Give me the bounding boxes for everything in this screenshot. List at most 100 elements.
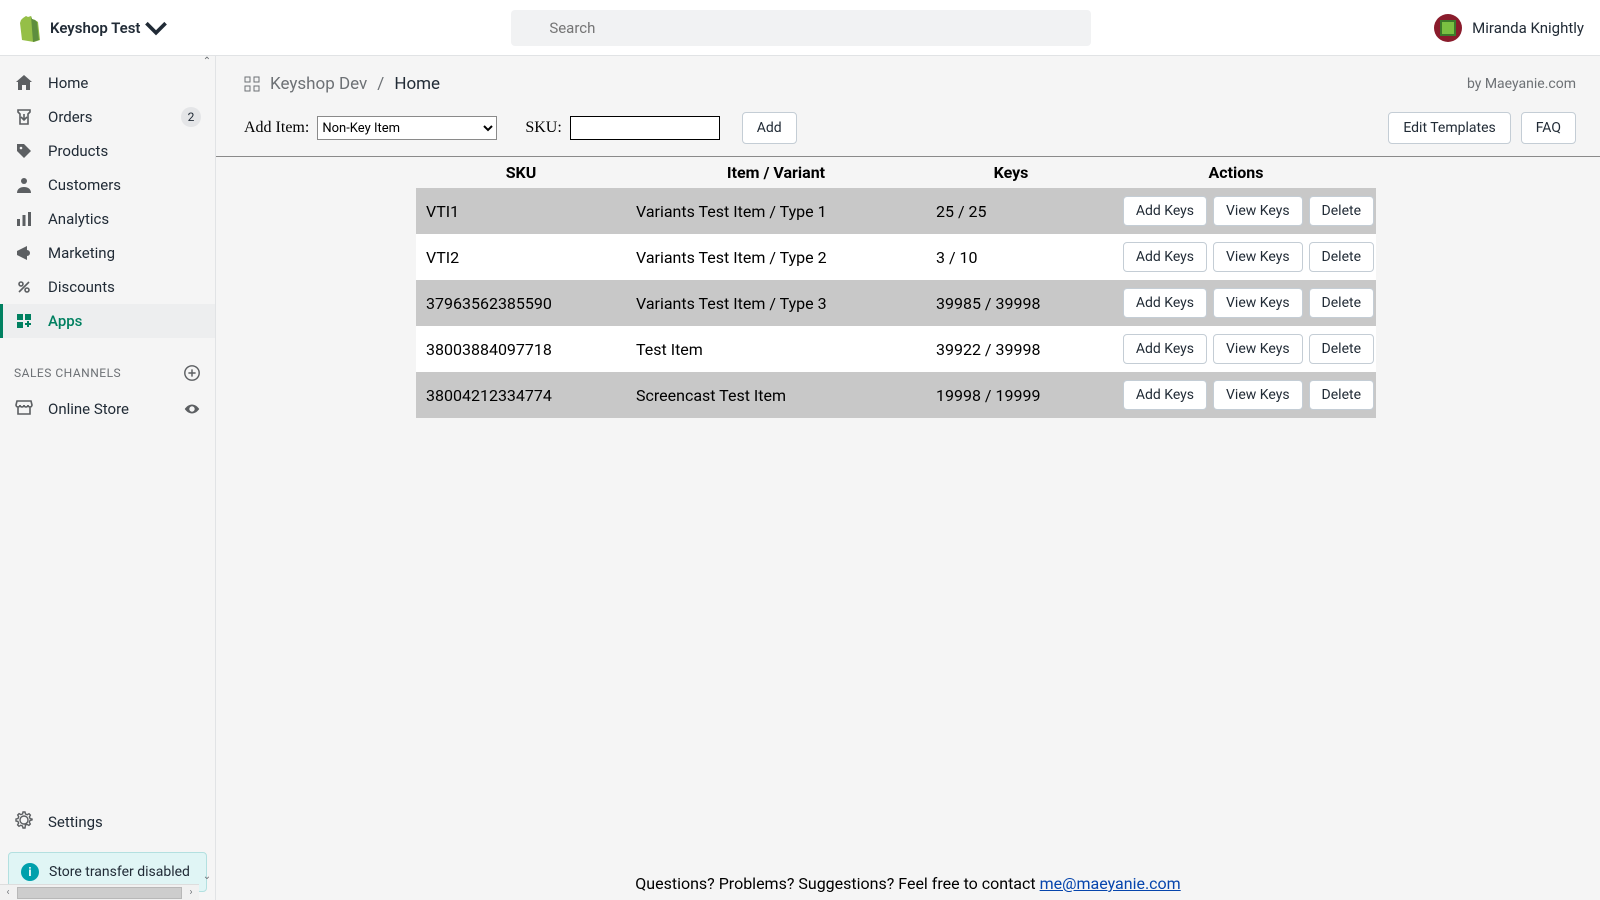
footer: Questions? Problems? Suggestions? Feel f… bbox=[216, 868, 1600, 900]
person-icon bbox=[14, 175, 34, 195]
view-keys-button[interactable]: View Keys bbox=[1213, 380, 1303, 410]
cell-sku: 37963562385590 bbox=[416, 280, 626, 326]
attribution: by Maeyanie.com bbox=[1467, 76, 1576, 92]
sidebar-item-marketing[interactable]: Marketing bbox=[0, 236, 215, 270]
cell-sku: VTI2 bbox=[416, 234, 626, 280]
add-keys-button[interactable]: Add Keys bbox=[1123, 196, 1207, 226]
sku-input[interactable] bbox=[570, 116, 720, 140]
topbar: Keyshop Test Miranda Knightly bbox=[0, 0, 1600, 56]
breadcrumb-current: Home bbox=[394, 74, 440, 94]
col-item: Item / Variant bbox=[626, 157, 926, 188]
sales-channels-header: SALES CHANNELS bbox=[0, 348, 215, 390]
items-table: SKU Item / Variant Keys Actions VTI1Vari… bbox=[416, 157, 1376, 418]
table-row: VTI1Variants Test Item / Type 125 / 25Ad… bbox=[416, 188, 1376, 234]
delete-button[interactable]: Delete bbox=[1309, 380, 1374, 410]
faq-button[interactable]: FAQ bbox=[1521, 112, 1576, 144]
sku-label: SKU: bbox=[525, 119, 561, 137]
search-wrap bbox=[168, 10, 1434, 46]
breadcrumb-separator: / bbox=[377, 74, 384, 94]
sidebar-item-apps[interactable]: Apps bbox=[0, 304, 215, 338]
settings-label: Settings bbox=[48, 813, 103, 831]
user-name: Miranda Knightly bbox=[1472, 19, 1584, 37]
primary-nav: Home Orders 2 Products Customers Analyti… bbox=[0, 56, 215, 348]
table-row: 37963562385590Variants Test Item / Type … bbox=[416, 280, 1376, 326]
brand: Keyshop Test bbox=[16, 14, 168, 42]
sidebar-item-analytics[interactable]: Analytics bbox=[0, 202, 215, 236]
footer-email-link[interactable]: me@maeyanie.com bbox=[1040, 874, 1181, 893]
toast-text: Store transfer disabled bbox=[49, 864, 190, 880]
footer-text: Questions? Problems? Suggestions? Feel f… bbox=[635, 874, 1039, 893]
content: Keyshop Dev / Home by Maeyanie.com Add I… bbox=[216, 56, 1600, 900]
delete-button[interactable]: Delete bbox=[1309, 334, 1374, 364]
view-keys-button[interactable]: View Keys bbox=[1213, 334, 1303, 364]
orders-icon bbox=[14, 107, 34, 127]
search-input[interactable] bbox=[511, 10, 1091, 46]
col-keys: Keys bbox=[926, 157, 1096, 188]
sidebar-item-customers[interactable]: Customers bbox=[0, 168, 215, 202]
delete-button[interactable]: Delete bbox=[1309, 242, 1374, 272]
cell-sku: 38004212334774 bbox=[416, 372, 626, 418]
sidebar-item-label: Apps bbox=[48, 312, 82, 330]
view-keys-button[interactable]: View Keys bbox=[1213, 196, 1303, 226]
sidebar-item-orders[interactable]: Orders 2 bbox=[0, 100, 215, 134]
gear-icon bbox=[14, 810, 34, 834]
add-keys-button[interactable]: Add Keys bbox=[1123, 242, 1207, 272]
add-keys-button[interactable]: Add Keys bbox=[1123, 334, 1207, 364]
sidebar-item-online-store[interactable]: Online Store bbox=[0, 390, 215, 428]
add-keys-button[interactable]: Add Keys bbox=[1123, 288, 1207, 318]
sidebar-item-home[interactable]: Home bbox=[0, 66, 215, 100]
cell-keys: 39922 / 39998 bbox=[926, 326, 1096, 372]
discount-icon bbox=[14, 277, 34, 297]
home-icon bbox=[14, 73, 34, 93]
cell-actions: Add KeysView KeysDelete bbox=[1096, 188, 1376, 234]
breadcrumb-app[interactable]: Keyshop Dev bbox=[270, 74, 367, 94]
scrollbar-thumb[interactable] bbox=[17, 887, 182, 899]
sidebar-item-products[interactable]: Products bbox=[0, 134, 215, 168]
sidebar: ⌃ Home Orders 2 Products Customers Anal bbox=[0, 56, 216, 900]
scroll-right-icon[interactable]: › bbox=[183, 887, 199, 898]
delete-button[interactable]: Delete bbox=[1309, 196, 1374, 226]
cell-item: Variants Test Item / Type 3 bbox=[626, 280, 926, 326]
item-type-select[interactable]: Non-Key Item bbox=[317, 116, 497, 140]
tag-icon bbox=[14, 141, 34, 161]
add-button[interactable]: Add bbox=[742, 112, 797, 144]
cell-sku: VTI1 bbox=[416, 188, 626, 234]
horizontal-scrollbar[interactable]: ‹ › bbox=[0, 884, 199, 900]
cell-actions: Add KeysView KeysDelete bbox=[1096, 372, 1376, 418]
cell-keys: 39985 / 39998 bbox=[926, 280, 1096, 326]
view-keys-button[interactable]: View Keys bbox=[1213, 288, 1303, 318]
sidebar-item-settings[interactable]: Settings bbox=[0, 800, 215, 844]
breadcrumb-row: Keyshop Dev / Home by Maeyanie.com bbox=[216, 62, 1600, 106]
cell-item: Screencast Test Item bbox=[626, 372, 926, 418]
table-header-row: SKU Item / Variant Keys Actions bbox=[416, 157, 1376, 188]
table-row: 38004212334774Screencast Test Item19998 … bbox=[416, 372, 1376, 418]
store-switcher[interactable]: Keyshop Test bbox=[50, 14, 168, 42]
orders-badge: 2 bbox=[181, 107, 201, 127]
sidebar-item-label: Home bbox=[48, 74, 88, 92]
cell-actions: Add KeysView KeysDelete bbox=[1096, 280, 1376, 326]
breadcrumb: Keyshop Dev / Home bbox=[244, 74, 440, 94]
add-channel-icon[interactable] bbox=[183, 364, 201, 382]
user-menu[interactable]: Miranda Knightly bbox=[1434, 14, 1584, 42]
store-icon bbox=[14, 397, 34, 421]
eye-icon[interactable] bbox=[183, 400, 201, 418]
store-name-text: Keyshop Test bbox=[50, 19, 140, 37]
view-keys-button[interactable]: View Keys bbox=[1213, 242, 1303, 272]
add-item-label: Add Item: bbox=[244, 119, 309, 137]
info-icon: i bbox=[21, 863, 39, 881]
apps-icon bbox=[14, 311, 34, 331]
cell-actions: Add KeysView KeysDelete bbox=[1096, 326, 1376, 372]
sidebar-item-label: Orders bbox=[48, 108, 93, 126]
scroll-left-icon[interactable]: ‹ bbox=[0, 887, 16, 898]
delete-button[interactable]: Delete bbox=[1309, 288, 1374, 318]
cell-keys: 25 / 25 bbox=[926, 188, 1096, 234]
add-keys-button[interactable]: Add Keys bbox=[1123, 380, 1207, 410]
sidebar-item-label: Discounts bbox=[48, 278, 115, 296]
chevron-down-icon bbox=[144, 14, 168, 42]
scroll-down-icon[interactable]: ⌄ bbox=[199, 871, 215, 882]
table-row: 38003884097718Test Item39922 / 39998Add … bbox=[416, 326, 1376, 372]
edit-templates-button[interactable]: Edit Templates bbox=[1388, 112, 1510, 144]
sidebar-item-discounts[interactable]: Discounts bbox=[0, 270, 215, 304]
megaphone-icon bbox=[14, 243, 34, 263]
cell-item: Variants Test Item / Type 2 bbox=[626, 234, 926, 280]
